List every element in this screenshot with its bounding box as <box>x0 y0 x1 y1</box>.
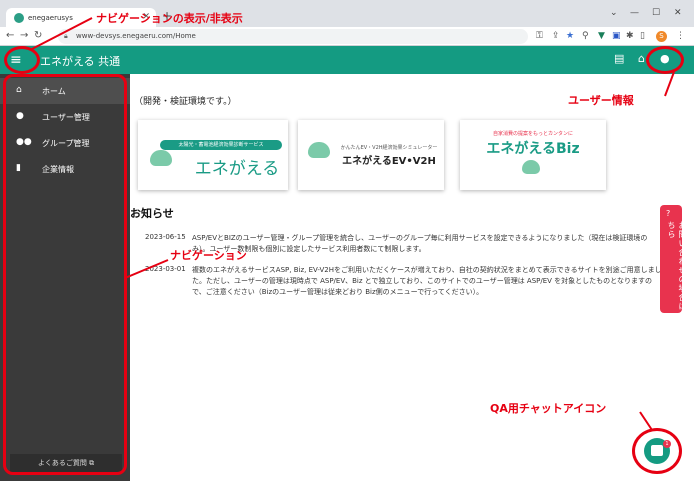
card-subtitle: かんたんEV・V2H経済効果シミュレーター <box>340 145 438 151</box>
sidebar-highlight-box <box>3 74 127 475</box>
app-title: エネがえる 共通 <box>40 55 121 68</box>
contact-tab[interactable]: ? お問い合わせの場合はこちら <box>660 205 687 320</box>
filter-icon[interactable]: ▼ <box>598 31 605 41</box>
maximize-icon[interactable]: ☐ <box>652 8 660 18</box>
home-icon[interactable]: ⌂ <box>638 52 645 65</box>
environment-note: （開発・検証環境です。） <box>134 97 237 107</box>
profile-avatar[interactable]: S <box>656 31 667 42</box>
frog-logo-icon <box>522 160 540 174</box>
annotation-nav-toggle: ナビゲーションの表示/非表示 <box>96 12 243 25</box>
card-title: エネがえるBiz <box>486 141 580 157</box>
news-text: 複数のエネがえるサービスASP, Biz, EV-V2Hをご利用いただくケースが… <box>192 266 662 296</box>
key-icon[interactable]: ⚿ <box>536 31 543 41</box>
card-subtitle: 自家消費の提案をもっとカンタンに <box>492 131 573 137</box>
app-header: ≡ エネがえる 共通 ▤ ⌂ ● <box>0 46 694 74</box>
back-icon[interactable]: ← <box>6 30 14 41</box>
url-bar[interactable]: 🔒︎ www-devsys.enegaeru.com/Home <box>58 29 528 44</box>
kebab-menu-icon[interactable]: ⋮ <box>676 31 685 41</box>
url-text: www-devsys.enegaeru.com/Home <box>76 32 196 40</box>
user-highlight-ring <box>646 46 684 74</box>
service-card-biz[interactable]: 自家消費の提案をもっとカンタンに エネがえるBiz <box>460 120 606 190</box>
service-card-ev-v2h[interactable]: かんたんEV・V2H経済効果シミュレーター エネがえるEV•V2H <box>298 120 444 190</box>
book-icon[interactable]: ▤ <box>614 52 624 65</box>
share-icon[interactable]: ⇪ <box>552 31 560 41</box>
news-date: 2023-03-01 <box>145 265 186 273</box>
window-close-icon[interactable]: ✕ <box>674 8 682 18</box>
browser-toolbar: ← → ↻ 🔒︎ www-devsys.enegaeru.com/Home ⚿ … <box>0 27 694 46</box>
lock-icon: 🔒︎ <box>64 32 68 40</box>
sidepanel-icon[interactable]: ▯ <box>640 31 645 41</box>
chat-highlight-ring <box>632 428 682 474</box>
annotation-user-info: ユーザー情報 <box>568 94 634 107</box>
menu-highlight-ring <box>4 46 40 74</box>
reload-icon[interactable]: ↻ <box>34 30 42 41</box>
annotation-qa-chat: QA用チャットアイコン <box>490 402 607 415</box>
extension-icon[interactable]: ⚲ <box>582 31 589 41</box>
annotation-navigation: ナビゲーション <box>170 249 247 262</box>
news-text: ASP/EVとBIZのユーザー管理・グループ管理を統合し、ユーザーのグループ毎に… <box>192 234 648 253</box>
card-ribbon: 太陽光・蓄電池経済効果診断サービス <box>160 140 282 150</box>
translate-icon[interactable]: ▣ <box>612 31 621 41</box>
card-title: エネがえるEV•V2H <box>342 156 436 167</box>
news-date: 2023-06-15 <box>145 233 186 241</box>
service-card-enegaeru[interactable]: 太陽光・蓄電池経済効果診断サービス エネがえる <box>138 120 288 190</box>
favicon-icon <box>14 13 24 23</box>
puzzle-icon[interactable]: ✱ <box>626 31 634 41</box>
contact-tab-label: お問い合わせの場合はこちら <box>667 221 687 320</box>
minimize-icon[interactable]: — <box>630 8 639 18</box>
news-heading: お知らせ <box>130 207 174 220</box>
question-circle-icon: ? <box>666 209 671 218</box>
bookmark-star-icon[interactable]: ★ <box>566 31 574 41</box>
dropdown-icon[interactable]: ⌄ <box>610 8 618 18</box>
card-title: エネがえる <box>194 159 280 179</box>
tab-title: enegaerusys <box>28 14 73 22</box>
forward-icon[interactable]: → <box>20 30 28 41</box>
